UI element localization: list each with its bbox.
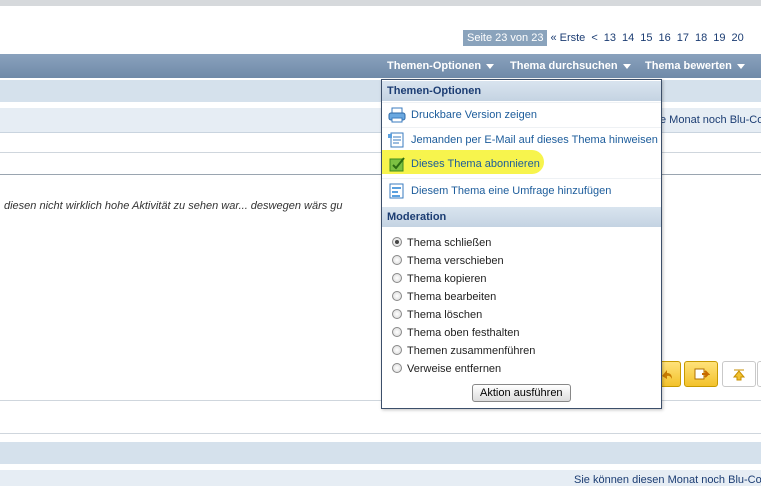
- radio-button[interactable]: [392, 363, 402, 373]
- page-link[interactable]: 17: [674, 32, 692, 44]
- radio-button[interactable]: [392, 237, 402, 247]
- poll-icon: [389, 183, 404, 199]
- radio-button[interactable]: [392, 345, 402, 355]
- dropdown-header: Themen-Optionen: [382, 81, 661, 101]
- page-link[interactable]: 14: [619, 32, 637, 44]
- dropdown-item-label: Dieses Thema abonnieren: [411, 158, 540, 170]
- moderation-option-remove-redirects[interactable]: Verweise entfernen: [392, 360, 501, 378]
- dropdown-item-label: Druckbare Version zeigen: [411, 109, 537, 121]
- notice-text: e Monat noch Blu-Co: [660, 114, 761, 126]
- printable-version-link[interactable]: Druckbare Version zeigen: [382, 102, 661, 126]
- chevron-down-icon: [622, 63, 631, 69]
- dropdown-item-label: Jemanden per E-Mail auf dieses Thema hin…: [411, 134, 658, 146]
- chevron-down-icon: [736, 63, 745, 69]
- option-label: Verweise entfernen: [407, 363, 502, 375]
- radio-button[interactable]: [392, 291, 402, 301]
- option-label: Thema bearbeiten: [407, 291, 497, 303]
- first-page-link[interactable]: « Erste: [547, 32, 588, 44]
- thread-options-label: Themen-Optionen: [387, 60, 482, 72]
- page-link[interactable]: 15: [637, 32, 655, 44]
- notice-text: Sie können diesen Monat noch Blu-Co: [574, 474, 761, 486]
- email-thread-link[interactable]: Jemanden per E-Mail auf dieses Thema hin…: [382, 127, 661, 151]
- prev-page-link[interactable]: <: [588, 32, 600, 44]
- rate-thread-menu[interactable]: Thema bewerten: [645, 54, 745, 78]
- pagination: Seite 23 von 23 « Erste < 13 14 15 16 17…: [463, 30, 747, 46]
- moderation-option-close[interactable]: Thema schließen: [392, 234, 491, 252]
- dropdown-item-label: Diesem Thema eine Umfrage hinzufügen: [411, 185, 612, 197]
- moderation-option-delete[interactable]: Thema löschen: [392, 306, 482, 324]
- search-thread-label: Thema durchsuchen: [510, 60, 618, 72]
- option-label: Thema verschieben: [407, 255, 504, 267]
- top-button[interactable]: [722, 361, 756, 387]
- execute-action-button[interactable]: Aktion ausführen: [472, 384, 571, 402]
- radio-button[interactable]: [392, 309, 402, 319]
- thread-toolbar: Themen-Optionen Thema durchsuchen Thema …: [0, 54, 761, 78]
- option-label: Thema kopieren: [407, 273, 487, 285]
- quote-icon: [694, 368, 710, 380]
- post-snippet: diesen nicht wirklich hohe Aktivität zu …: [4, 200, 343, 212]
- search-thread-menu[interactable]: Thema durchsuchen: [510, 54, 631, 78]
- subscribe-thread-link[interactable]: Dieses Thema abonnieren: [382, 152, 661, 176]
- page-link[interactable]: 13: [601, 32, 619, 44]
- moderation-header: Moderation: [382, 207, 661, 227]
- content-band: [0, 442, 761, 464]
- option-label: Thema oben festhalten: [407, 327, 520, 339]
- quote-button[interactable]: [684, 361, 718, 387]
- moderation-option-merge[interactable]: Themen zusammenführen: [392, 342, 535, 360]
- page-link[interactable]: 18: [692, 32, 710, 44]
- top-strip: [0, 0, 761, 6]
- arrow-up-icon: [732, 369, 746, 381]
- more-button[interactable]: [757, 361, 761, 387]
- radio-button[interactable]: [392, 255, 402, 265]
- thread-options-dropdown: Themen-Optionen Druckbare Version zeigen…: [381, 79, 662, 409]
- thread-options-menu[interactable]: Themen-Optionen: [387, 54, 495, 78]
- moderation-option-edit[interactable]: Thema bearbeiten: [392, 288, 496, 306]
- page-link[interactable]: 19: [710, 32, 728, 44]
- option-label: Thema löschen: [407, 309, 483, 321]
- moderation-option-sticky[interactable]: Thema oben festhalten: [392, 324, 520, 342]
- radio-button[interactable]: [392, 327, 402, 337]
- chevron-down-icon: [486, 63, 495, 69]
- option-label: Themen zusammenführen: [407, 345, 536, 357]
- moderation-option-move[interactable]: Thema verschieben: [392, 252, 504, 270]
- printer-icon: [388, 107, 406, 123]
- email-icon: [388, 132, 404, 148]
- divider: [0, 433, 761, 434]
- radio-button[interactable]: [392, 273, 402, 283]
- option-label: Thema schließen: [407, 237, 492, 249]
- page-link[interactable]: 20: [729, 32, 747, 44]
- page-status: Seite 23 von 23: [463, 30, 548, 46]
- moderation-option-copy[interactable]: Thema kopieren: [392, 270, 487, 288]
- rate-thread-label: Thema bewerten: [645, 60, 732, 72]
- page-link[interactable]: 16: [656, 32, 674, 44]
- subscribe-icon: [389, 157, 405, 172]
- add-poll-link[interactable]: Diesem Thema eine Umfrage hinzufügen: [382, 178, 661, 202]
